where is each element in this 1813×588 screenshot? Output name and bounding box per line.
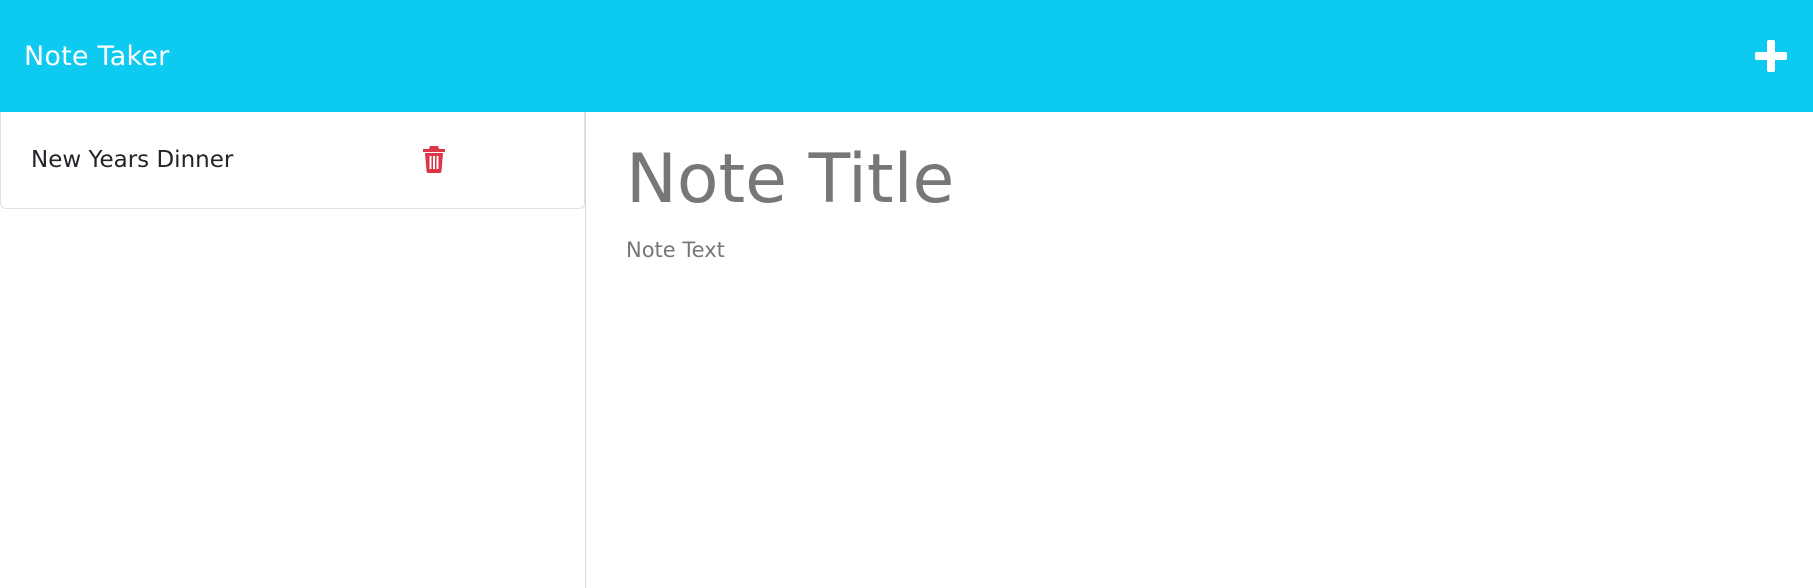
note-text-input[interactable] xyxy=(626,238,1726,538)
list-item[interactable]: New Years Dinner xyxy=(1,112,584,208)
note-item-title[interactable]: New Years Dinner xyxy=(31,147,233,173)
delete-note-button[interactable] xyxy=(422,145,450,175)
new-note-button[interactable] xyxy=(1753,38,1789,74)
note-list: New Years Dinner xyxy=(0,112,585,209)
navbar: Note Taker xyxy=(0,0,1813,112)
plus-icon xyxy=(1753,38,1789,74)
app-brand[interactable]: Note Taker xyxy=(24,41,169,72)
sidebar: New Years Dinner xyxy=(0,112,586,588)
trash-icon xyxy=(423,146,445,173)
note-editor xyxy=(587,112,1813,588)
note-title-input[interactable] xyxy=(626,134,1726,224)
